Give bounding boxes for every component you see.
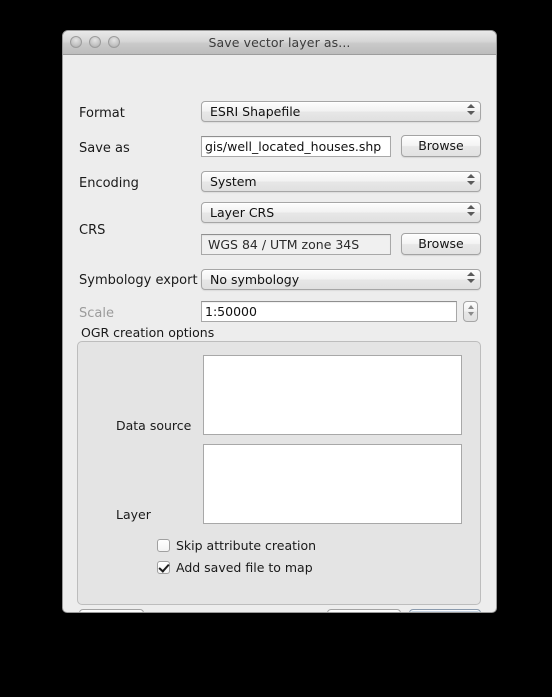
symbology-export-combobox[interactable]: No symbology [201,269,481,290]
crs-mode-combobox[interactable]: Layer CRS [201,202,481,223]
skip-attribute-creation-checkbox[interactable] [157,539,170,552]
scale-input[interactable]: 1:50000 [201,301,457,322]
crs-label: CRS [79,223,106,238]
format-label: Format [79,106,125,121]
encoding-combobox[interactable]: System [201,171,481,192]
scale-label: Scale [79,306,114,321]
crs-browse-button[interactable]: Browse [401,233,481,255]
crs-mode-value: Layer CRS [210,205,275,220]
dialog-title: Save vector layer as... [208,35,351,50]
skip-attribute-creation-label: Skip attribute creation [176,538,317,553]
dialog-titlebar[interactable]: Save vector layer as... [63,31,496,55]
save-as-input[interactable]: gis/well_located_houses.shp [201,136,391,157]
dialog-body: Format ESRI Shapefile Save as gis/well_l… [63,55,496,612]
ogr-creation-options-title: OGR creation options [81,325,215,340]
cancel-button[interactable]: Cancel [327,609,401,612]
chevron-updown-icon [466,104,475,119]
crs-value-field[interactable]: WGS 84 / UTM zone 34S [201,234,391,255]
data-source-textarea[interactable] [203,355,462,435]
encoding-label: Encoding [79,176,139,191]
scale-stepper[interactable] [463,301,478,322]
format-value: ESRI Shapefile [210,104,301,119]
scale-value: 1:50000 [205,304,257,319]
symbology-export-label: Symbology export [79,273,198,288]
help-button[interactable]: Help [79,609,144,612]
symbology-export-value: No symbology [210,272,300,287]
layer-label: Layer [116,507,151,522]
chevron-updown-icon [466,174,475,189]
save-as-label: Save as [79,141,130,156]
chevron-updown-icon [466,205,475,220]
add-saved-file-to-map-label: Add saved file to map [176,560,313,575]
format-combobox[interactable]: ESRI Shapefile [201,101,481,122]
data-source-label: Data source [116,418,192,433]
layer-textarea[interactable] [203,444,462,524]
save-as-value: gis/well_located_houses.shp [205,139,382,154]
save-vector-layer-dialog: Save vector layer as... Format ESRI Shap… [62,30,497,613]
chevron-updown-icon [466,272,475,287]
save-as-browse-button[interactable]: Browse [401,135,481,157]
ogr-creation-options-group: Data source Layer Skip attribute creatio… [77,341,481,605]
encoding-value: System [210,174,257,189]
add-saved-file-to-map-checkbox[interactable] [157,561,170,574]
crs-value: WGS 84 / UTM zone 34S [208,237,360,252]
ok-button[interactable]: OK [409,609,481,612]
